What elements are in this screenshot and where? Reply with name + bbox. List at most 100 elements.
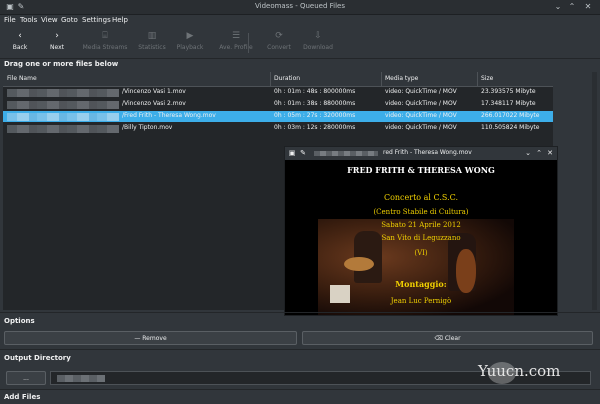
path-blurred [7,113,119,121]
convert-icon: ⟳ [275,31,283,41]
table-scrollbar[interactable] [592,72,597,310]
toolbar-label: Back [12,44,28,51]
preview-close-icon[interactable]: ✕ [545,148,555,159]
toolbar: ‹ Back › Next ⌸ Media Streams ▥ Statistics ▶ Play… [0,28,600,59]
path-blurred [7,125,119,133]
poster-text: (Centro Stabile di Cultura) [373,208,469,216]
cell-media-type: video: QuickTime / MOV [385,112,457,119]
clear-button-label: Clear [444,335,461,342]
cell-size: 266.017022 Mibyte [481,112,540,119]
profile-icon: ☰ [231,31,241,41]
table-header: File Name Duration Media type Size [3,72,553,87]
clear-button[interactable]: ⌫ Clear [302,331,593,345]
cell-duration: 0h : 05m : 27s : 320000ms [274,112,356,119]
preview-pin-icon[interactable]: ✎ [298,148,308,159]
preview-window[interactable]: ▣ ✎ red Frith - Theresa Wong.mov ⌄ ⌃ ✕ F… [284,146,558,316]
media-streams-button[interactable]: ⌸ Media Streams [80,30,130,56]
cell-size: 17.348117 Mibyte [481,100,536,107]
menu-file[interactable]: File [4,16,16,24]
menu-goto[interactable]: Goto [61,16,78,24]
streams-icon: ⌸ [102,31,108,41]
download-icon: ⇩ [314,31,322,41]
statistics-button[interactable]: ▥ Statistics [134,30,170,56]
remove-button[interactable]: — Remove [4,331,297,345]
output-directory-label: Output Directory [4,354,71,362]
title-bar: ▣ ✎ Videomass - Queued Files ⌄ ⌃ ✕ [0,0,600,15]
browse-button[interactable]: ... [6,371,46,385]
table-row[interactable]: /Billy Tipton.mov 0h : 03m : 12s : 280000… [3,123,553,134]
download-button[interactable]: ⇩ Download [300,30,336,56]
preview-path-blurred [314,151,378,156]
options-label: Options [4,317,35,325]
cell-file-name: /Vincenzo Vasi 2.mov [122,100,186,107]
menu-view[interactable]: View [41,16,58,24]
toolbar-label: Media Streams [82,44,128,51]
preview-title: red Frith - Theresa Wong.mov [383,149,472,156]
add-files-label: Add Files [4,393,41,401]
cell-media-type: video: QuickTime / MOV [385,124,457,131]
cell-size: 110.505824 Mibyte [481,124,540,131]
cell-media-type: video: QuickTime / MOV [385,100,457,107]
menu-settings[interactable]: Settings [82,16,111,24]
poster-text: San Vito di Leguzzano [381,234,461,242]
playback-button[interactable]: ▶ Playback [172,30,208,56]
preview-maximize-icon[interactable]: ⌃ [534,148,544,159]
toolbar-label: Ave. Profile [219,44,253,51]
preview-title-bar: ▣ ✎ red Frith - Theresa Wong.mov ⌄ ⌃ ✕ [285,147,557,160]
menu-help[interactable]: Help [112,16,128,24]
cell-file-name: /Vincenzo Vasi 1.mov [122,88,186,95]
statistics-icon: ▥ [147,31,157,41]
table-row[interactable]: /Vincenzo Vasi 1.mov 0h : 01m : 48s : 800… [3,87,553,98]
chevron-up-icon[interactable]: ⌃ [566,1,578,13]
cell-file-name: /Fred Frith - Theresa Wong.mov [122,112,216,119]
poster-text: FRED FRITH & THERESA WONG [347,165,495,175]
poster-text: (VI) [414,249,428,257]
drag-label: Drag one or more files below [4,60,119,68]
chevron-right-icon: › [55,31,59,41]
header-size[interactable]: Size [481,75,493,82]
path-blurred [7,101,119,109]
cell-file-name: /Billy Tipton.mov [122,124,173,131]
back-button[interactable]: ‹ Back [6,30,34,56]
convert-button[interactable]: ⟳ Convert [262,30,296,56]
preview-app-icon: ▣ [288,149,296,157]
guitar-shape [344,257,374,271]
play-icon: ▶ [186,31,194,41]
ave-profile-button[interactable]: ☰ Ave. Profile [214,30,258,56]
table-row[interactable]: /Fred Frith - Theresa Wong.mov 0h : 05m :… [3,111,553,122]
remove-button-label: Remove [142,335,167,342]
chevron-down-icon[interactable]: ⌄ [552,1,564,13]
table-row[interactable]: /Vincenzo Vasi 2.mov 0h : 01m : 38s : 880… [3,99,553,110]
chevron-left-icon: ‹ [18,31,22,41]
cell-duration: 0h : 01m : 48s : 800000ms [274,88,356,95]
poster-text: Montaggio: [395,279,447,289]
minus-icon: — [134,335,141,342]
output-path-blurred [57,375,105,382]
watermark: Yuucn.com [478,362,561,380]
toolbar-separator [248,33,249,53]
cell-duration: 0h : 01m : 38s : 880000ms [274,100,356,107]
cell-duration: 0h : 03m : 12s : 280000ms [274,124,356,131]
toolbar-label: Playback [176,44,204,51]
cell-size: 23.393575 Mibyte [481,88,536,95]
header-file-name[interactable]: File Name [7,75,37,82]
poster-text: Concerto al C.S.C. [383,193,459,202]
next-button[interactable]: › Next [42,30,72,56]
toolbar-label: Statistics [138,44,166,51]
preview-minimize-icon[interactable]: ⌄ [523,148,533,159]
poster-text: Sabato 21 Aprile 2012 [381,221,461,229]
path-blurred [7,89,119,97]
poster-text: Jean Luc Pernigò [390,297,452,305]
menu-bar: File Tools View Goto Settings Help [0,15,600,27]
toolbar-label: Next [50,44,64,51]
menu-tools[interactable]: Tools [20,16,37,24]
header-duration[interactable]: Duration [274,75,300,82]
video-frame: FRED FRITH & THERESA WONG Concerto al C.S… [286,161,556,315]
window-title: Videomass - Queued Files [254,2,345,10]
toolbar-label: Download [303,44,333,51]
toolbar-label: Convert [267,44,291,51]
clear-icon: ⌫ [434,335,443,342]
cell-media-type: video: QuickTime / MOV [385,88,457,95]
close-icon[interactable]: ✕ [582,1,594,13]
header-media-type[interactable]: Media type [385,75,418,82]
